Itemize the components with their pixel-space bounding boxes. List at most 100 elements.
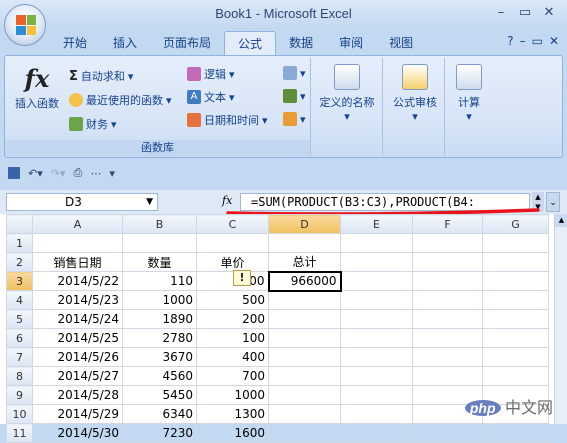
cell[interactable]	[340, 290, 413, 310]
lookup-button[interactable]: ▾	[283, 66, 306, 80]
column-header-f[interactable]: F	[412, 214, 483, 234]
cell[interactable]	[482, 233, 549, 253]
cell[interactable]	[340, 328, 413, 348]
cell[interactable]	[482, 423, 549, 443]
recent-functions-button[interactable]: 最近使用的函数 ▾	[69, 92, 172, 108]
cell[interactable]	[340, 423, 413, 443]
scroll-up-icon[interactable]: ▲	[555, 214, 567, 227]
undo-icon[interactable]: ↶▾	[28, 167, 43, 180]
cell[interactable]	[412, 233, 483, 253]
cell[interactable]: 100	[196, 328, 269, 348]
cell[interactable]	[268, 290, 341, 310]
cell[interactable]	[482, 328, 549, 348]
cell[interactable]: 1300	[196, 404, 269, 424]
cell[interactable]	[268, 385, 341, 405]
logical-button[interactable]: 逻辑 ▾	[187, 66, 235, 82]
cell[interactable]	[122, 233, 197, 253]
cell[interactable]: 500	[196, 290, 269, 310]
cell[interactable]: 1000	[122, 290, 197, 310]
cell[interactable]: 7230	[122, 423, 197, 443]
vertical-scrollbar[interactable]: ▲	[554, 214, 567, 424]
row-header[interactable]: 4	[6, 290, 33, 310]
cell[interactable]	[340, 271, 413, 291]
row-header[interactable]: 10	[6, 404, 33, 424]
cell[interactable]: 700	[196, 366, 269, 386]
help-icon[interactable]: ?	[507, 34, 513, 48]
tab-home[interactable]: 开始	[50, 31, 100, 55]
tab-data[interactable]: 数据	[276, 31, 326, 55]
column-header-b[interactable]: B	[122, 214, 197, 234]
name-box[interactable]: D3 ▼	[6, 193, 158, 211]
cell[interactable]	[268, 309, 341, 329]
cell[interactable]: 2014/5/26	[32, 347, 123, 367]
row-header[interactable]: 9	[6, 385, 33, 405]
cell[interactable]: 400	[196, 347, 269, 367]
cell[interactable]: 总计	[268, 252, 341, 272]
cell[interactable]	[268, 366, 341, 386]
print-preview-icon[interactable]: ⎙	[74, 166, 83, 180]
cell[interactable]	[340, 309, 413, 329]
row-header[interactable]: 7	[6, 347, 33, 367]
tab-insert[interactable]: 插入	[100, 31, 150, 55]
cell[interactable]: 单价	[196, 252, 269, 272]
cell[interactable]: 1000	[196, 385, 269, 405]
cell[interactable]	[340, 347, 413, 367]
cell[interactable]	[482, 366, 549, 386]
error-warning-icon[interactable]: !	[233, 270, 251, 286]
row-header[interactable]: 1	[6, 233, 33, 253]
row-header[interactable]: 3	[6, 271, 33, 291]
tab-view[interactable]: 视图	[376, 31, 426, 55]
column-header-g[interactable]: G	[482, 214, 549, 234]
maximize-button[interactable]: ▭	[514, 4, 536, 22]
cell[interactable]	[412, 423, 483, 443]
cell[interactable]	[412, 271, 483, 291]
active-cell-d3[interactable]: 966000	[267, 270, 342, 292]
row-header[interactable]: 5	[6, 309, 33, 329]
cell[interactable]	[268, 233, 341, 253]
cell[interactable]	[412, 328, 483, 348]
column-header-e[interactable]: E	[340, 214, 413, 234]
formula-input[interactable]: =SUM(PRODUCT(B3:C3),PRODUCT(B4:	[240, 193, 530, 211]
close-button[interactable]: ✕	[538, 4, 560, 22]
cell[interactable]: 2780	[122, 328, 197, 348]
cell[interactable]	[340, 366, 413, 386]
cell[interactable]: 6340	[122, 404, 197, 424]
row-header[interactable]: 2	[6, 252, 33, 272]
cell[interactable]	[340, 233, 413, 253]
cell[interactable]	[268, 423, 341, 443]
cell[interactable]	[268, 328, 341, 348]
cell[interactable]	[412, 290, 483, 310]
cell[interactable]: 2014/5/27	[32, 366, 123, 386]
more-functions-button[interactable]: ▾	[283, 112, 306, 126]
cell[interactable]	[482, 290, 549, 310]
cell[interactable]: 5450	[122, 385, 197, 405]
column-header-a[interactable]: A	[32, 214, 123, 234]
office-button[interactable]	[4, 4, 46, 46]
cell[interactable]: 4560	[122, 366, 197, 386]
save-icon[interactable]	[8, 167, 20, 179]
tab-page-layout[interactable]: 页面布局	[150, 31, 224, 55]
cell[interactable]	[340, 404, 413, 424]
cell[interactable]	[32, 233, 123, 253]
redo-icon[interactable]: ↷▾	[51, 167, 66, 180]
cell[interactable]	[482, 347, 549, 367]
cell[interactable]: 1600	[196, 423, 269, 443]
cell[interactable]: 2014/5/23	[32, 290, 123, 310]
text-button[interactable]: A 文本 ▾	[187, 89, 235, 105]
cell[interactable]: 110	[122, 271, 197, 291]
column-header-c[interactable]: C	[196, 214, 269, 234]
cell[interactable]: 2014/5/28	[32, 385, 123, 405]
minimize-button[interactable]: –	[490, 4, 512, 22]
tab-review[interactable]: 审阅	[326, 31, 376, 55]
select-all-corner[interactable]	[6, 214, 33, 234]
tab-formulas[interactable]: 公式	[224, 31, 277, 55]
customize-qat-icon[interactable]: ▾	[109, 167, 115, 180]
cell[interactable]	[268, 404, 341, 424]
math-button[interactable]: ▾	[283, 89, 306, 103]
cell[interactable]	[412, 366, 483, 386]
row-header[interactable]: 6	[6, 328, 33, 348]
cell[interactable]	[412, 252, 483, 272]
ribbon-restore-icon[interactable]: ▭	[532, 34, 543, 48]
cell[interactable]	[412, 347, 483, 367]
insert-function-button[interactable]: fx 插入函数	[11, 64, 63, 111]
